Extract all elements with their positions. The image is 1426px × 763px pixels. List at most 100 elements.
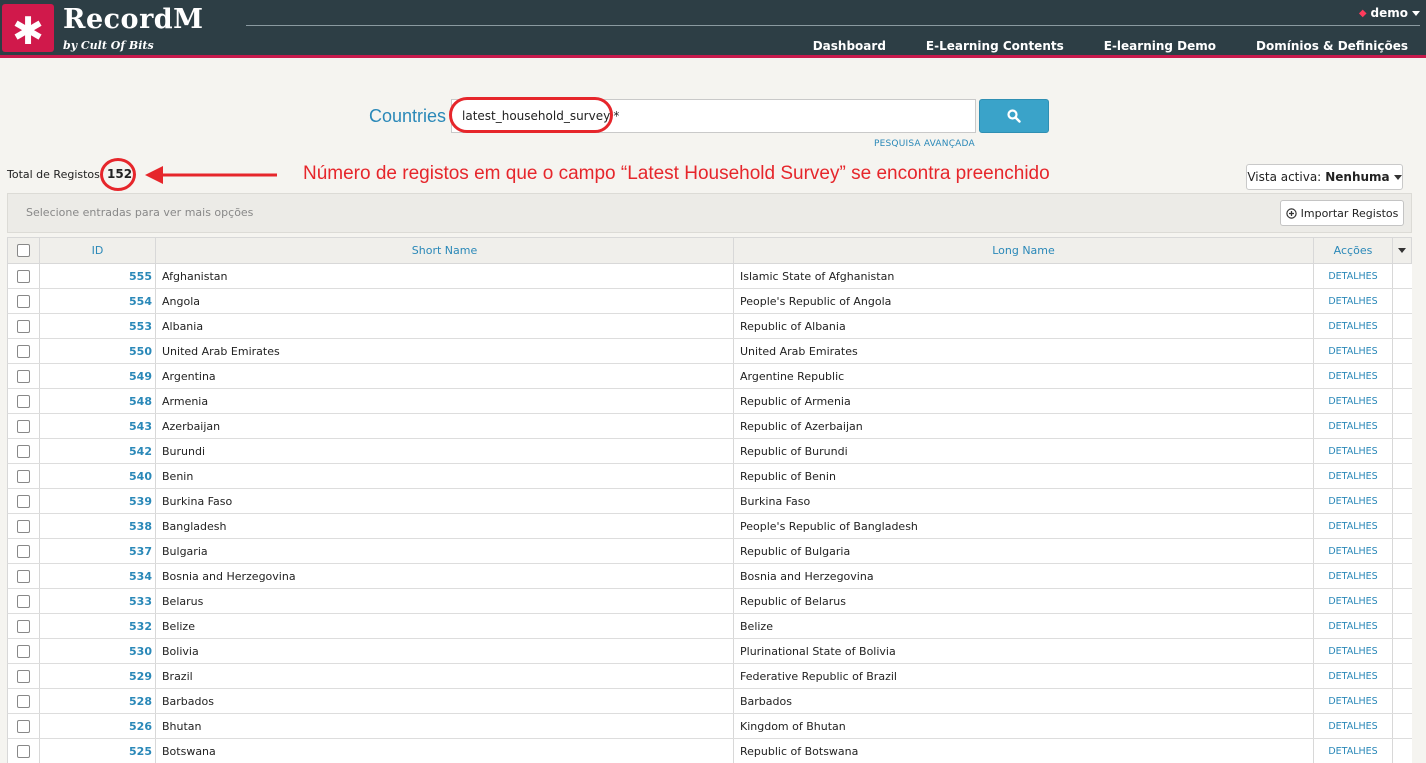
row-id[interactable]: 534 <box>40 564 156 588</box>
row-id[interactable]: 525 <box>40 739 156 763</box>
table-row[interactable]: 543 Azerbaijan Republic of Azerbaijan DETAL… <box>7 414 1412 439</box>
row-details-link[interactable]: DETALHES <box>1314 414 1393 438</box>
active-view-dropdown[interactable]: Vista activa: Nenhuma <box>1246 164 1403 190</box>
row-checkbox[interactable] <box>17 469 30 483</box>
nav-dominios-definicoes[interactable]: Domínios & Definições <box>1256 39 1408 53</box>
columns-dropdown[interactable] <box>1393 238 1411 263</box>
nav-elearning-demo[interactable]: E-learning Demo <box>1104 39 1216 53</box>
row-checkbox[interactable] <box>17 619 30 633</box>
table-row[interactable]: 530 Bolivia Plurinational State of Bolivia… <box>7 639 1412 664</box>
advanced-search-link[interactable]: PESQUISA AVANÇADA <box>874 139 975 149</box>
import-records-button[interactable]: Importar Registos <box>1280 200 1404 226</box>
row-checkbox[interactable] <box>17 494 30 508</box>
row-id[interactable]: 554 <box>40 289 156 313</box>
row-select-cell <box>8 489 40 513</box>
row-id[interactable]: 542 <box>40 439 156 463</box>
search-input[interactable] <box>451 99 976 133</box>
row-details-link[interactable]: DETALHES <box>1314 564 1393 588</box>
nav-elearning-contents[interactable]: E-Learning Contents <box>926 39 1064 53</box>
table-row[interactable]: 525 Botswana Republic of Botswana DETALHES <box>7 739 1412 763</box>
row-details-link[interactable]: DETALHES <box>1314 739 1393 763</box>
row-checkbox[interactable] <box>17 744 30 758</box>
row-id[interactable]: 540 <box>40 464 156 488</box>
user-menu[interactable]: ◆ demo <box>1359 6 1420 20</box>
table-row[interactable]: 548 Armenia Republic of Armenia DETALHES <box>7 389 1412 414</box>
table-row[interactable]: 533 Belarus Republic of Belarus DETALHES <box>7 589 1412 614</box>
row-checkbox[interactable] <box>17 294 30 308</box>
row-details-link[interactable]: DETALHES <box>1314 514 1393 538</box>
logo-icon[interactable]: ✱ <box>2 4 54 52</box>
search-button[interactable] <box>979 99 1049 133</box>
row-checkbox[interactable] <box>17 669 30 683</box>
row-checkbox[interactable] <box>17 319 30 333</box>
row-id[interactable]: 532 <box>40 614 156 638</box>
table-row[interactable]: 526 Bhutan Kingdom of Bhutan DETALHES <box>7 714 1412 739</box>
row-details-link[interactable]: DETALHES <box>1314 314 1393 338</box>
column-header-short-name[interactable]: Short Name <box>156 238 734 263</box>
row-checkbox[interactable] <box>17 694 30 708</box>
row-checkbox[interactable] <box>17 594 30 608</box>
table-row[interactable]: 528 Barbados Barbados DETALHES <box>7 689 1412 714</box>
row-id[interactable]: 555 <box>40 264 156 288</box>
row-id[interactable]: 533 <box>40 589 156 613</box>
table-row[interactable]: 538 Bangladesh People's Republic of Bangla… <box>7 514 1412 539</box>
row-id[interactable]: 548 <box>40 389 156 413</box>
row-id[interactable]: 537 <box>40 539 156 563</box>
row-details-link[interactable]: DETALHES <box>1314 464 1393 488</box>
table-row[interactable]: 529 Brazil Federative Republic of Brazil DE… <box>7 664 1412 689</box>
table-row[interactable]: 539 Burkina Faso Burkina Faso DETALHES <box>7 489 1412 514</box>
row-details-link[interactable]: DETALHES <box>1314 439 1393 463</box>
row-details-link[interactable]: DETALHES <box>1314 689 1393 713</box>
table-row[interactable]: 555 Afghanistan Islamic State of Afghanist… <box>7 264 1412 289</box>
row-checkbox[interactable] <box>17 569 30 583</box>
row-checkbox[interactable] <box>17 394 30 408</box>
row-checkbox[interactable] <box>17 644 30 658</box>
row-details-link[interactable]: DETALHES <box>1314 714 1393 738</box>
table-row[interactable]: 550 United Arab Emirates United Arab Emira… <box>7 339 1412 364</box>
row-id[interactable]: 549 <box>40 364 156 388</box>
row-details-link[interactable]: DETALHES <box>1314 389 1393 413</box>
row-id[interactable]: 543 <box>40 414 156 438</box>
select-all-checkbox[interactable] <box>17 244 30 257</box>
table-row[interactable]: 532 Belize Belize DETALHES <box>7 614 1412 639</box>
row-details-link[interactable]: DETALHES <box>1314 589 1393 613</box>
row-details-link[interactable]: DETALHES <box>1314 289 1393 313</box>
table-row[interactable]: 549 Argentina Argentine Republic DETALHES <box>7 364 1412 389</box>
row-checkbox[interactable] <box>17 444 30 458</box>
table-row[interactable]: 540 Benin Republic of Benin DETALHES <box>7 464 1412 489</box>
row-checkbox[interactable] <box>17 269 30 283</box>
nav-dashboard[interactable]: Dashboard <box>813 39 886 53</box>
row-details-link[interactable]: DETALHES <box>1314 339 1393 363</box>
row-select-cell <box>8 414 40 438</box>
column-header-id[interactable]: ID <box>40 238 156 263</box>
row-details-link[interactable]: DETALHES <box>1314 264 1393 288</box>
table-row[interactable]: 542 Burundi Republic of Burundi DETALHES <box>7 439 1412 464</box>
row-details-link[interactable]: DETALHES <box>1314 614 1393 638</box>
row-details-link[interactable]: DETALHES <box>1314 364 1393 388</box>
row-details-link[interactable]: DETALHES <box>1314 539 1393 563</box>
table-row[interactable]: 537 Bulgaria Republic of Bulgaria DETALHES <box>7 539 1412 564</box>
row-checkbox[interactable] <box>17 419 30 433</box>
table-row[interactable]: 534 Bosnia and Herzegovina Bosnia and Herz… <box>7 564 1412 589</box>
table-row[interactable]: 554 Angola People's Republic of Angola DETA… <box>7 289 1412 314</box>
row-id[interactable]: 539 <box>40 489 156 513</box>
row-checkbox[interactable] <box>17 719 30 733</box>
row-id[interactable]: 529 <box>40 664 156 688</box>
row-checkbox[interactable] <box>17 369 30 383</box>
row-details-link[interactable]: DETALHES <box>1314 664 1393 688</box>
annotation-arrow-icon <box>145 166 277 184</box>
row-details-link[interactable]: DETALHES <box>1314 489 1393 513</box>
column-header-long-name[interactable]: Long Name <box>734 238 1314 263</box>
row-id[interactable]: 530 <box>40 639 156 663</box>
row-id[interactable]: 538 <box>40 514 156 538</box>
row-checkbox[interactable] <box>17 519 30 533</box>
row-checkbox[interactable] <box>17 544 30 558</box>
row-id[interactable]: 550 <box>40 339 156 363</box>
row-short-name: Bhutan <box>156 714 734 738</box>
row-details-link[interactable]: DETALHES <box>1314 639 1393 663</box>
table-row[interactable]: 553 Albania Republic of Albania DETALHES <box>7 314 1412 339</box>
row-id[interactable]: 528 <box>40 689 156 713</box>
row-checkbox[interactable] <box>17 344 30 358</box>
row-id[interactable]: 553 <box>40 314 156 338</box>
row-id[interactable]: 526 <box>40 714 156 738</box>
